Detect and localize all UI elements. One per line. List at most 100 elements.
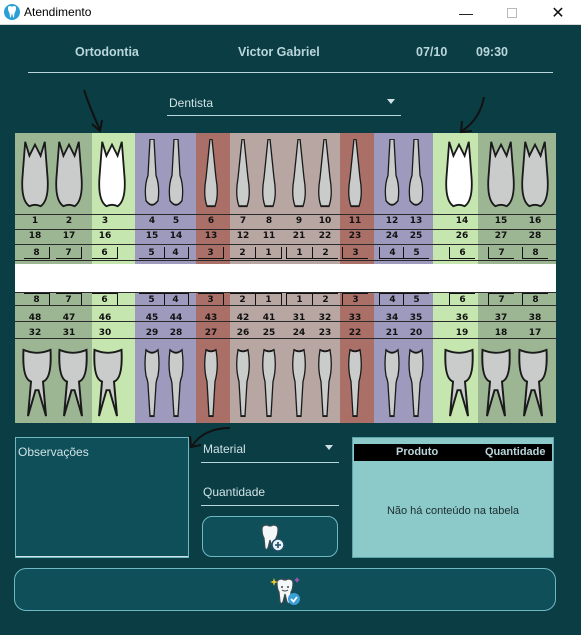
patient-name: Victor Gabriel	[238, 45, 320, 59]
quadrant-label: 7	[488, 247, 514, 259]
tooth-number: 11	[348, 216, 362, 226]
quadrant-label: 1	[256, 247, 282, 259]
tooth-icon[interactable]	[55, 139, 83, 209]
tooth-icon[interactable]	[142, 139, 162, 209]
dentist-select[interactable]: Dentista	[167, 94, 401, 116]
products-table: Produto Quantidade Não há conteúdo na ta…	[352, 437, 554, 558]
chevron-down-icon	[325, 445, 333, 450]
tooth-icon[interactable]	[406, 139, 426, 209]
maximize-icon	[507, 7, 517, 18]
annotation-arrow-icon	[459, 96, 485, 134]
observations-underline	[16, 556, 188, 557]
column-header-produto: Produto	[396, 446, 439, 458]
add-material-button[interactable]	[202, 516, 338, 557]
observations-textarea[interactable]: Observações	[15, 437, 189, 558]
tooth-icon[interactable]	[93, 347, 123, 419]
tooth-icon[interactable]	[521, 139, 549, 209]
tooth-number: 18	[494, 328, 508, 338]
odontogram-divider	[15, 264, 556, 292]
tooth-icon[interactable]	[259, 139, 279, 209]
tooth-number: 30	[98, 328, 112, 338]
quadrant-label: 4	[163, 293, 189, 305]
quadrant-label: 4	[379, 247, 405, 259]
tooth-number: 23	[318, 328, 332, 338]
tooth-app-icon	[4, 4, 20, 20]
dentist-select-value: Dentista	[169, 96, 214, 110]
tooth-fdi-number: 11	[262, 231, 276, 241]
tooth-icon[interactable]	[21, 139, 49, 209]
tooth-icon[interactable]	[382, 139, 402, 209]
window-title: Atendimento	[24, 5, 92, 19]
quadrant-label: 7	[488, 293, 514, 305]
odontogram-gridline	[15, 229, 556, 230]
finish-appointment-button[interactable]	[14, 568, 556, 611]
tooth-icon[interactable]	[345, 139, 365, 209]
tooth-icon[interactable]	[481, 347, 511, 419]
tooth-icon[interactable]	[445, 139, 473, 209]
tooth-number: 17	[528, 328, 542, 338]
tooth-check-icon	[270, 577, 300, 605]
tooth-icon[interactable]	[289, 347, 309, 419]
quadrant-label: 4	[379, 293, 405, 305]
tooth-icon[interactable]	[487, 139, 515, 209]
appointment-time: 09:30	[476, 45, 508, 59]
tooth-icon[interactable]	[22, 347, 52, 419]
specialty-label: Ortodontia	[75, 45, 139, 59]
tooth-icon[interactable]	[98, 139, 126, 209]
maximize-button[interactable]	[489, 0, 535, 25]
column-header-quantidade: Quantidade	[485, 446, 546, 458]
quadrant-label: 2	[312, 293, 338, 305]
tooth-fdi-number: 44	[169, 313, 183, 323]
table-empty-message: Não há conteúdo na tabela	[386, 505, 520, 517]
minimize-button[interactable]: —	[443, 0, 489, 25]
quadrant-label: 8	[24, 247, 50, 259]
tooth-fdi-number: 26	[455, 231, 469, 241]
quantity-input[interactable]: Quantidade	[201, 480, 339, 506]
quadrant-label: 1	[256, 293, 282, 305]
tooth-fdi-number: 27	[494, 231, 508, 241]
tooth-icon[interactable]	[233, 139, 253, 209]
tooth-icon[interactable]	[444, 347, 474, 419]
tooth-number: 16	[528, 216, 542, 226]
tooth-icon[interactable]	[406, 347, 426, 419]
tooth-icon[interactable]	[289, 139, 309, 209]
odontogram-gridline	[15, 305, 556, 306]
tooth-icon[interactable]	[315, 347, 335, 419]
odontogram-gridline	[15, 244, 556, 245]
tooth-fdi-number: 36	[455, 313, 469, 323]
quadrant-label: 5	[139, 247, 165, 259]
material-select[interactable]: Material	[201, 440, 339, 463]
tooth-icon[interactable]	[58, 347, 88, 419]
tooth-icon[interactable]	[233, 347, 253, 419]
quadrant-label: 7	[56, 247, 82, 259]
tooth-fdi-number: 33	[348, 313, 362, 323]
tooth-icon[interactable]	[166, 347, 186, 419]
quadrant-label: 2	[230, 247, 256, 259]
tooth-icon[interactable]	[518, 347, 548, 419]
tooth-fdi-number: 23	[348, 231, 362, 241]
tooth-number: 14	[455, 216, 469, 226]
quadrant-label: 7	[56, 293, 82, 305]
tooth-fdi-number: 37	[494, 313, 508, 323]
title-bar: Atendimento — ✕	[0, 0, 581, 25]
tooth-icon[interactable]	[166, 139, 186, 209]
tooth-icon[interactable]	[382, 347, 402, 419]
tooth-icon[interactable]	[201, 347, 221, 419]
tooth-number: 32	[28, 328, 42, 338]
tooth-icon[interactable]	[201, 139, 221, 209]
tooth-number: 13	[409, 216, 423, 226]
annotation-arrow-icon	[83, 89, 103, 133]
quadrant-label: 5	[403, 293, 429, 305]
tooth-icon[interactable]	[315, 139, 335, 209]
odontogram-gridline	[15, 214, 556, 215]
tooth-icon[interactable]	[142, 347, 162, 419]
tooth-number: 1	[31, 216, 39, 226]
quadrant-label: 6	[449, 293, 475, 305]
tooth-icon[interactable]	[345, 347, 365, 419]
tooth-fdi-number: 43	[204, 313, 218, 323]
quadrant-label: 3	[198, 247, 224, 259]
close-button[interactable]: ✕	[535, 0, 581, 25]
tooth-number: 15	[494, 216, 508, 226]
tooth-number: 27	[204, 328, 218, 338]
tooth-icon[interactable]	[259, 347, 279, 419]
